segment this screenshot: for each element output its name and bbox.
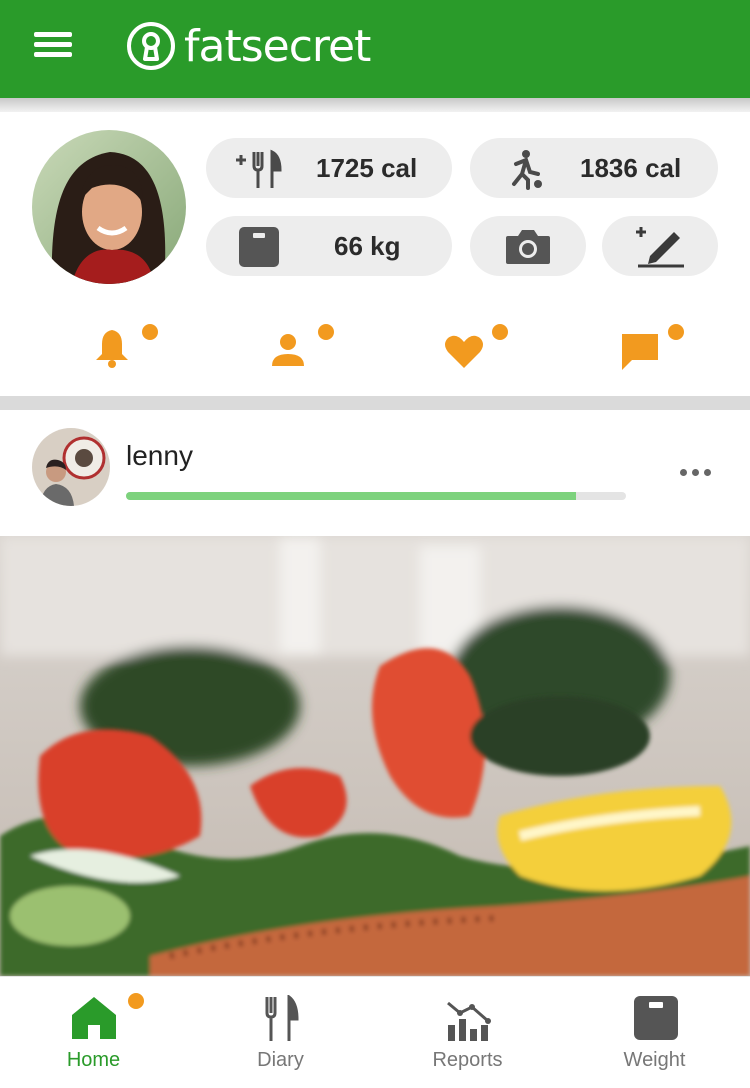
chat-bubble-icon [622, 334, 658, 370]
exercise-calories-pill[interactable]: 1836 cal [470, 138, 718, 198]
bottom-navigation: Home Diary Reports Weight [0, 976, 750, 1088]
tab-diary[interactable]: Diary [187, 977, 374, 1088]
bell-icon [96, 330, 128, 368]
heart-icon [445, 335, 483, 368]
food-calories-value: 1725 cal [316, 152, 418, 183]
notification-dot [668, 324, 684, 340]
brand-logo: fatsecret [126, 20, 371, 72]
notifications-bell[interactable] [94, 324, 158, 374]
keyhole-logo-icon [127, 22, 175, 70]
food-calories-pill[interactable]: 1725 cal [206, 138, 452, 198]
notification-dot [318, 324, 334, 340]
add-food-icon [236, 149, 282, 188]
app-bar-shadow [0, 98, 750, 112]
notification-dot [128, 993, 144, 1009]
hamburger-menu-icon[interactable] [34, 30, 74, 60]
section-divider [0, 396, 750, 410]
reports-chart-icon [447, 1001, 491, 1041]
scale-icon [634, 996, 678, 1040]
add-note-button[interactable] [602, 216, 718, 276]
tab-home[interactable]: Home [0, 977, 187, 1088]
camera-button[interactable] [470, 216, 586, 276]
post-photo[interactable] [0, 536, 750, 976]
tab-label: Diary [257, 1049, 304, 1071]
salad-with-salmon-photo [0, 536, 750, 976]
post-avatar-photo [32, 428, 110, 506]
profile-summary: 1725 cal 1836 cal 66 kg [0, 112, 750, 396]
post-user-avatar[interactable] [32, 428, 110, 506]
brand-name: fatsecret [184, 20, 371, 72]
camera-icon [506, 230, 550, 264]
feed-post-header: lenny [0, 410, 750, 536]
exercise-runner-icon [512, 150, 542, 190]
notification-dot [142, 324, 158, 340]
user-avatar[interactable] [32, 130, 186, 284]
friend-requests[interactable] [270, 324, 334, 374]
more-dots-icon[interactable] [676, 462, 716, 482]
tab-label: Home [66, 1049, 121, 1071]
post-username[interactable]: lenny [126, 440, 193, 472]
scale-icon [239, 227, 279, 267]
weight-value: 66 kg [334, 230, 401, 261]
tab-weight[interactable]: Weight [561, 977, 748, 1088]
tab-label: Reports [432, 1049, 503, 1071]
weight-pill[interactable]: 66 kg [206, 216, 452, 276]
user-avatar-photo [32, 130, 186, 284]
likes[interactable] [444, 324, 508, 374]
messages[interactable] [620, 324, 684, 374]
tab-reports[interactable]: Reports [374, 977, 561, 1088]
add-note-pencil-icon [636, 227, 684, 268]
fork-knife-icon [265, 995, 299, 1041]
post-progress-bar [126, 492, 626, 500]
tab-label: Weight [623, 1049, 686, 1071]
person-icon [272, 334, 304, 366]
home-icon [72, 997, 116, 1039]
notification-dot [492, 324, 508, 340]
exercise-calories-value: 1836 cal [580, 152, 682, 183]
post-progress-fill [126, 492, 576, 500]
app-bar: fatsecret [0, 0, 750, 98]
